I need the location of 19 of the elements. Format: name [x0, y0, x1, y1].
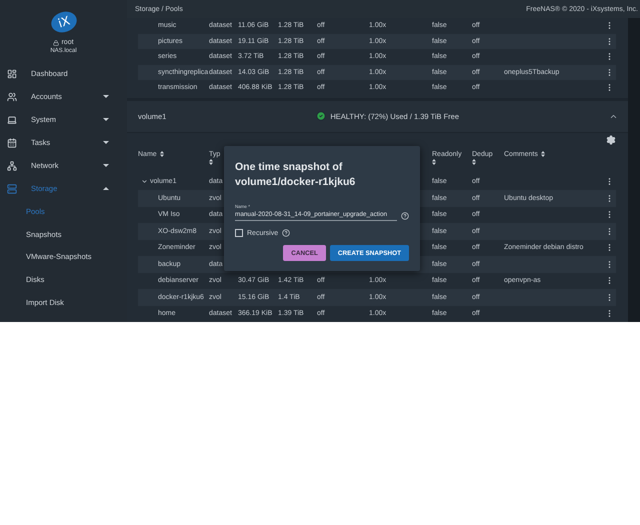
- laptop-icon: [7, 114, 17, 124]
- collapse-icon[interactable]: [141, 178, 148, 186]
- network-icon: [7, 160, 17, 170]
- users-icon: [7, 92, 17, 102]
- server-icon: [7, 184, 17, 194]
- sort-icon[interactable]: [472, 158, 476, 164]
- scrollbar[interactable]: [628, 18, 640, 322]
- lock-icon: [53, 40, 60, 46]
- dialog-title: One time snapshot of volume1/docker-r1kjku6: [235, 160, 356, 190]
- calendar-icon: [7, 138, 17, 148]
- sort-icon[interactable]: [209, 158, 213, 164]
- sort-icon[interactable]: [160, 150, 164, 156]
- sort-icon[interactable]: [540, 150, 545, 156]
- dashboard-icon: [7, 68, 17, 78]
- help-icon[interactable]: [401, 212, 409, 220]
- settings-icon[interactable]: [606, 135, 616, 145]
- recursive-checkbox[interactable]: [235, 229, 243, 237]
- sort-icon[interactable]: [432, 158, 436, 164]
- help-icon[interactable]: [282, 229, 290, 237]
